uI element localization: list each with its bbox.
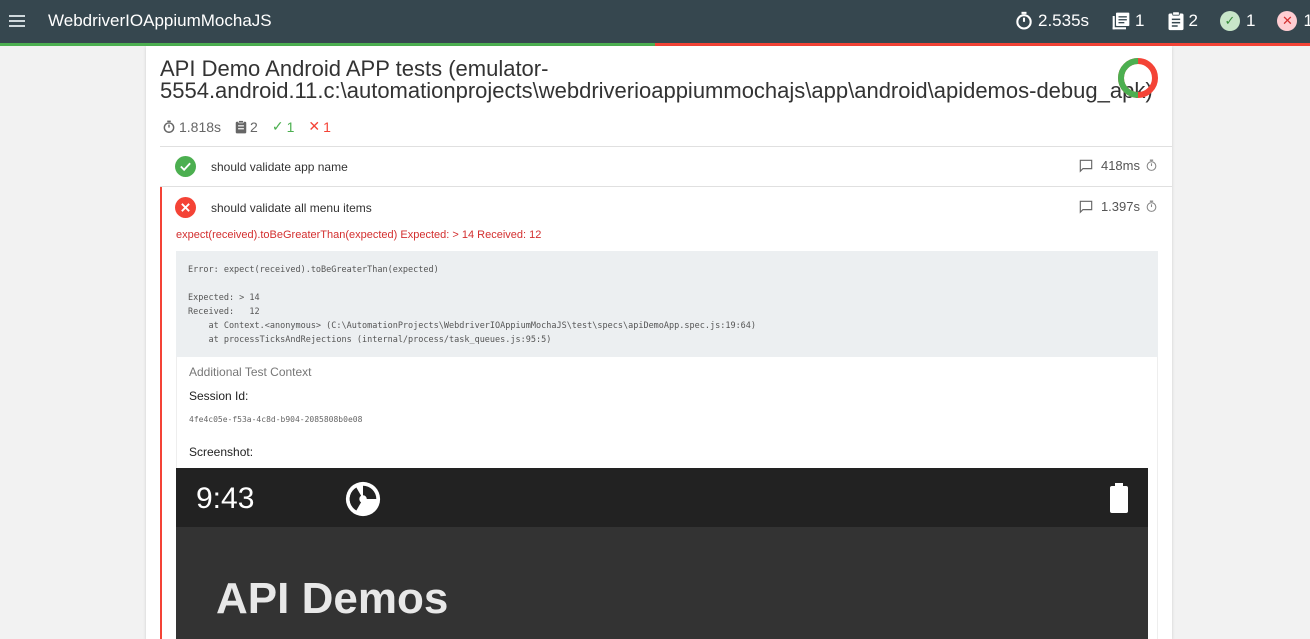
close-icon: ✕ [1277,11,1298,31]
nav-passed[interactable]: ✓ 1 [1219,11,1256,31]
suite-tests-value: 2 [250,118,258,135]
context-title: Additional Test Context [189,365,312,379]
screenshot-label: Screenshot: [189,445,254,459]
test-meta: 1.397s [1079,199,1158,214]
device-clock: 9:43 [196,482,255,515]
nav-stats: 2.535s 1 2 ✓ 1 ✕ 1 [1014,7,1310,35]
session-id-value: 4fe4c05e-f53a-4c8d-b904-2085808b0e08 [189,415,363,424]
top-navbar: WebdriverIOAppiumMochaJS 2.535s 1 2 ✓ 1 … [0,0,1310,43]
check-circle-icon [175,156,196,177]
stack-line: Expected: > 14 [188,293,260,303]
clipboard-icon [1168,11,1184,31]
stopwatch-icon [1146,159,1157,171]
suite-header: API Demo Android APP tests (emulator- 55… [160,58,1160,102]
device-status-bar: 9:43 [176,468,1148,527]
suite-pass-donut-chart [1118,58,1158,98]
test-row-passed[interactable]: should validate app name 418ms [160,147,1172,187]
comment-icon[interactable] [1079,159,1093,173]
battery-icon [1110,483,1128,513]
nav-failed[interactable]: ✕ 1 [1277,11,1310,31]
session-id-label: Session Id: [189,389,249,403]
nav-suites[interactable]: 1 [1111,11,1145,31]
nav-tests[interactable]: 2 [1167,11,1198,31]
nav-failed-value: 1 [1303,11,1310,30]
menu-icon[interactable] [6,10,28,32]
stopwatch-icon [1146,200,1157,212]
nav-tests-value: 2 [1188,11,1198,30]
suite-card: API Demo Android APP tests (emulator- 55… [146,46,1172,639]
test-meta: 418ms [1079,158,1158,173]
suite-title-line-2: 5554.android.11.c:\automationprojects\we… [160,78,1153,103]
suite-duration: 1.818s [162,119,221,135]
suite-passed: ✓ 1 [272,118,295,135]
stack-line: Received: 12 [188,307,260,317]
error-message: expect(received).toBeGreaterThan(expecte… [176,229,542,241]
suite-passed-value: 1 [286,118,295,135]
stack-line: at processTicksAndRejections (internal/p… [188,335,552,345]
test-row-failed: should validate all menu items 1.397s ex… [160,187,1172,639]
close-icon: ✕ [308,118,321,134]
suite-failed-value: 1 [323,118,331,135]
suite-stats: 1.818s 2 ✓ 1 ✕ 1 [162,118,345,135]
nav-suites-value: 1 [1135,11,1145,30]
check-icon: ✓ [1219,11,1240,31]
comment-icon[interactable] [1079,200,1093,214]
suite-title-line-1: API Demo Android APP tests (emulator- [160,56,549,81]
test-name[interactable]: should validate all menu items [211,201,372,215]
suite-failed: ✕ 1 [308,118,331,135]
suite-duration-value: 1.818s [179,118,222,135]
app-title: WebdriverIOAppiumMochaJS [48,11,272,30]
test-duration: 418ms [1100,158,1140,173]
error-stack: Error: expect(received).toBeGreaterThan(… [176,251,1158,357]
suite-title: API Demo Android APP tests (emulator- 55… [160,58,1160,102]
stopwatch-icon [1016,11,1032,30]
device-app-title: API Demos [216,574,449,623]
stack-line: Error: expect(received).toBeGreaterThan(… [188,265,439,275]
stopwatch-icon [163,120,175,133]
nav-passed-value: 1 [1245,11,1256,30]
test-screenshot[interactable]: 9:43 API Demos [176,468,1148,639]
error-circle-icon [175,197,196,218]
test-duration: 1.397s [1100,199,1140,214]
nav-duration-value: 2.535s [1038,11,1090,30]
nav-duration: 2.535s [1014,11,1089,31]
suite-tests: 2 [235,119,258,135]
library-books-icon [1112,12,1130,30]
test-name: should validate app name [211,160,348,174]
app-logo-icon [345,481,381,517]
stack-line: at Context.<anonymous> (C:\AutomationPro… [188,321,757,331]
clipboard-icon [235,119,247,133]
check-icon: ✓ [271,118,284,134]
